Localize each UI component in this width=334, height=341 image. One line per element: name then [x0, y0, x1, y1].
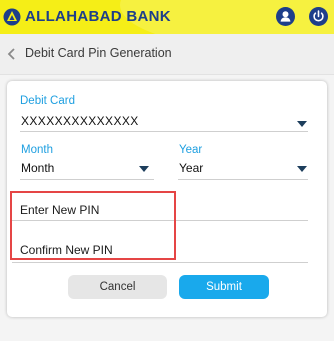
- month-underline: [20, 179, 154, 180]
- power-icon[interactable]: [309, 7, 328, 26]
- confirm-pin-underline: [12, 262, 308, 263]
- user-icon[interactable]: [276, 7, 295, 26]
- cancel-button[interactable]: Cancel: [68, 275, 167, 299]
- year-underline: [178, 179, 308, 180]
- app-bar: ALLAHABAD BANK: [0, 0, 334, 34]
- debit-card-underline: [20, 131, 308, 132]
- page-title: Debit Card Pin Generation: [25, 46, 172, 60]
- debit-card-select[interactable]: XXXXXXXXXXXXXX: [21, 114, 139, 128]
- month-dropdown-icon[interactable]: [139, 166, 149, 172]
- chevron-left-icon[interactable]: [6, 47, 18, 61]
- month-label: Month: [21, 144, 53, 156]
- bank-logo-icon: [3, 8, 21, 26]
- year-label: Year: [179, 144, 203, 156]
- month-select[interactable]: Month: [21, 161, 54, 175]
- year-select[interactable]: Year: [179, 161, 203, 175]
- submit-button[interactable]: Submit: [179, 275, 269, 299]
- year-dropdown-icon[interactable]: [297, 166, 307, 172]
- page-header: Debit Card Pin Generation: [0, 34, 334, 75]
- bank-name: ALLAHABAD BANK: [25, 8, 171, 25]
- pin-fields-highlight: [10, 191, 176, 260]
- debit-card-dropdown-icon[interactable]: [297, 121, 307, 127]
- debit-card-label: Debit Card: [20, 95, 75, 107]
